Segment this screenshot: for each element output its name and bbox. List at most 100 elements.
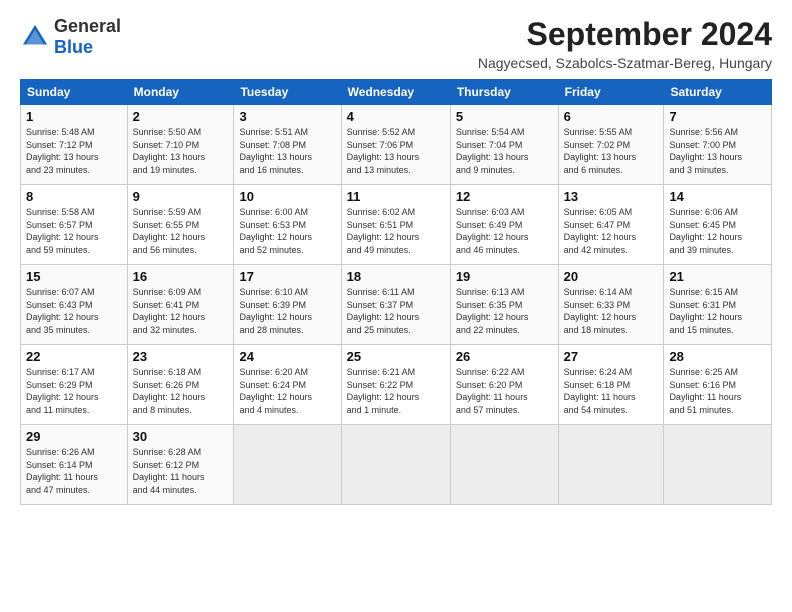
calendar-cell: 7 Sunrise: 5:56 AM Sunset: 7:00 PM Daylig… [664,105,772,185]
calendar-week-row: 1 Sunrise: 5:48 AM Sunset: 7:12 PM Daylig… [21,105,772,185]
day-detail: Sunrise: 6:09 AM Sunset: 6:41 PM Dayligh… [133,286,229,336]
calendar-cell: 30Sunrise: 6:28 AM Sunset: 6:12 PM Dayli… [127,425,234,505]
calendar-cell: 19 Sunrise: 6:13 AM Sunset: 6:35 PM Dayli… [450,265,558,345]
day-number: 5 [456,109,553,124]
weekday-header-tuesday: Tuesday [234,80,341,105]
day-detail: Sunrise: 6:07 AM Sunset: 6:43 PM Dayligh… [26,286,122,336]
day-detail: Sunrise: 6:26 AM Sunset: 6:14 PM Dayligh… [26,446,122,496]
calendar-subtitle: Nagyecsed, Szabolcs-Szatmar-Bereg, Hunga… [478,55,772,71]
calendar-cell: 5 Sunrise: 5:54 AM Sunset: 7:04 PM Daylig… [450,105,558,185]
day-number: 10 [239,189,335,204]
day-number: 22 [26,349,122,364]
day-detail: Sunrise: 5:51 AM Sunset: 7:08 PM Dayligh… [239,126,335,176]
calendar-cell: 28 Sunrise: 6:25 AM Sunset: 6:16 PM Dayli… [664,345,772,425]
day-detail: Sunrise: 6:15 AM Sunset: 6:31 PM Dayligh… [669,286,766,336]
day-number: 2 [133,109,229,124]
day-number: 1 [26,109,122,124]
calendar-cell: 21 Sunrise: 6:15 AM Sunset: 6:31 PM Dayli… [664,265,772,345]
day-detail: Sunrise: 6:06 AM Sunset: 6:45 PM Dayligh… [669,206,766,256]
calendar-cell: 15 Sunrise: 6:07 AM Sunset: 6:43 PM Dayli… [21,265,128,345]
calendar-table: SundayMondayTuesdayWednesdayThursdayFrid… [20,79,772,505]
day-number: 13 [564,189,659,204]
day-detail: Sunrise: 6:00 AM Sunset: 6:53 PM Dayligh… [239,206,335,256]
calendar-cell: 11 Sunrise: 6:02 AM Sunset: 6:51 PM Dayli… [341,185,450,265]
day-detail: Sunrise: 5:55 AM Sunset: 7:02 PM Dayligh… [564,126,659,176]
weekday-header-friday: Friday [558,80,664,105]
day-number: 27 [564,349,659,364]
weekday-header-monday: Monday [127,80,234,105]
logo-blue-text: Blue [54,37,93,57]
calendar-cell: 8 Sunrise: 5:58 AM Sunset: 6:57 PM Daylig… [21,185,128,265]
day-number: 16 [133,269,229,284]
day-number: 24 [239,349,335,364]
day-detail: Sunrise: 6:11 AM Sunset: 6:37 PM Dayligh… [347,286,445,336]
calendar-cell [234,425,341,505]
calendar-cell: 2Sunrise: 5:50 AM Sunset: 7:10 PM Daylig… [127,105,234,185]
calendar-cell: 23Sunrise: 6:18 AM Sunset: 6:26 PM Dayli… [127,345,234,425]
calendar-cell: 17 Sunrise: 6:10 AM Sunset: 6:39 PM Dayli… [234,265,341,345]
calendar-cell: 1 Sunrise: 5:48 AM Sunset: 7:12 PM Daylig… [21,105,128,185]
calendar-cell: 6Sunrise: 5:55 AM Sunset: 7:02 PM Daylig… [558,105,664,185]
day-detail: Sunrise: 6:25 AM Sunset: 6:16 PM Dayligh… [669,366,766,416]
day-number: 25 [347,349,445,364]
day-number: 21 [669,269,766,284]
day-number: 17 [239,269,335,284]
day-detail: Sunrise: 6:13 AM Sunset: 6:35 PM Dayligh… [456,286,553,336]
calendar-cell [341,425,450,505]
day-detail: Sunrise: 5:48 AM Sunset: 7:12 PM Dayligh… [26,126,122,176]
day-number: 7 [669,109,766,124]
calendar-week-row: 15 Sunrise: 6:07 AM Sunset: 6:43 PM Dayli… [21,265,772,345]
day-number: 19 [456,269,553,284]
day-detail: Sunrise: 6:10 AM Sunset: 6:39 PM Dayligh… [239,286,335,336]
calendar-cell: 9 Sunrise: 5:59 AM Sunset: 6:55 PM Daylig… [127,185,234,265]
day-detail: Sunrise: 6:21 AM Sunset: 6:22 PM Dayligh… [347,366,445,416]
day-number: 26 [456,349,553,364]
day-detail: Sunrise: 6:02 AM Sunset: 6:51 PM Dayligh… [347,206,445,256]
calendar-cell: 16 Sunrise: 6:09 AM Sunset: 6:41 PM Dayli… [127,265,234,345]
day-number: 11 [347,189,445,204]
calendar-cell: 27Sunrise: 6:24 AM Sunset: 6:18 PM Dayli… [558,345,664,425]
day-detail: Sunrise: 6:22 AM Sunset: 6:20 PM Dayligh… [456,366,553,416]
day-detail: Sunrise: 5:58 AM Sunset: 6:57 PM Dayligh… [26,206,122,256]
calendar-week-row: 29 Sunrise: 6:26 AM Sunset: 6:14 PM Dayli… [21,425,772,505]
calendar-cell: 14 Sunrise: 6:06 AM Sunset: 6:45 PM Dayli… [664,185,772,265]
title-block: September 2024 Nagyecsed, Szabolcs-Szatm… [478,16,772,71]
weekday-header-sunday: Sunday [21,80,128,105]
calendar-cell: 20Sunrise: 6:14 AM Sunset: 6:33 PM Dayli… [558,265,664,345]
calendar-cell [664,425,772,505]
calendar-page: General Blue September 2024 Nagyecsed, S… [0,0,792,515]
day-number: 14 [669,189,766,204]
weekday-header-saturday: Saturday [664,80,772,105]
calendar-title: September 2024 [478,16,772,53]
calendar-cell: 25 Sunrise: 6:21 AM Sunset: 6:22 PM Dayli… [341,345,450,425]
calendar-cell: 24 Sunrise: 6:20 AM Sunset: 6:24 PM Dayli… [234,345,341,425]
day-number: 18 [347,269,445,284]
calendar-cell: 22 Sunrise: 6:17 AM Sunset: 6:29 PM Dayli… [21,345,128,425]
calendar-cell [558,425,664,505]
calendar-cell: 12Sunrise: 6:03 AM Sunset: 6:49 PM Dayli… [450,185,558,265]
day-number: 15 [26,269,122,284]
day-number: 3 [239,109,335,124]
day-detail: Sunrise: 5:56 AM Sunset: 7:00 PM Dayligh… [669,126,766,176]
calendar-week-row: 8 Sunrise: 5:58 AM Sunset: 6:57 PM Daylig… [21,185,772,265]
logo: General Blue [20,16,121,58]
calendar-cell: 29 Sunrise: 6:26 AM Sunset: 6:14 PM Dayli… [21,425,128,505]
logo-general-text: General [54,16,121,36]
day-number: 9 [133,189,229,204]
day-detail: Sunrise: 5:54 AM Sunset: 7:04 PM Dayligh… [456,126,553,176]
day-detail: Sunrise: 5:59 AM Sunset: 6:55 PM Dayligh… [133,206,229,256]
header: General Blue September 2024 Nagyecsed, S… [20,16,772,71]
day-number: 8 [26,189,122,204]
weekday-header-row: SundayMondayTuesdayWednesdayThursdayFrid… [21,80,772,105]
day-number: 28 [669,349,766,364]
weekday-header-wednesday: Wednesday [341,80,450,105]
day-number: 12 [456,189,553,204]
weekday-header-thursday: Thursday [450,80,558,105]
day-detail: Sunrise: 6:14 AM Sunset: 6:33 PM Dayligh… [564,286,659,336]
logo-icon [20,22,50,52]
day-detail: Sunrise: 6:20 AM Sunset: 6:24 PM Dayligh… [239,366,335,416]
day-number: 29 [26,429,122,444]
day-detail: Sunrise: 6:17 AM Sunset: 6:29 PM Dayligh… [26,366,122,416]
calendar-cell: 4Sunrise: 5:52 AM Sunset: 7:06 PM Daylig… [341,105,450,185]
day-detail: Sunrise: 6:05 AM Sunset: 6:47 PM Dayligh… [564,206,659,256]
